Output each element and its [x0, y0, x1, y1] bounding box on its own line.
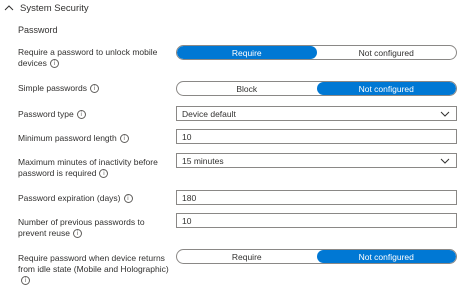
toggle-option-require[interactable]: Require [177, 46, 317, 59]
label-text: Password expiration (days) [18, 193, 121, 203]
input-value: 180 [182, 192, 197, 203]
label-min-password-length: Minimum password length i [18, 133, 174, 144]
toggle-option-block[interactable]: Block [177, 82, 317, 95]
select-max-inactivity[interactable]: 15 minutes [176, 153, 457, 168]
system-security-panel: System Security Password Require a passw… [0, 0, 474, 294]
label-text: Minimum password length [18, 133, 117, 143]
chevron-down-icon[interactable] [440, 156, 450, 166]
section-header[interactable]: System Security [0, 0, 89, 16]
select-value: Device default [182, 108, 236, 119]
input-prevent-reuse[interactable]: 10 [176, 213, 457, 228]
label-require-password-idle: Require password when device returns fro… [18, 253, 170, 286]
input-value: 10 [182, 131, 192, 142]
toggle-option-not-configured[interactable]: Not configured [316, 250, 456, 263]
label-prevent-reuse: Number of previous passwords to prevent … [18, 217, 174, 239]
label-max-inactivity: Maximum minutes of inactivity before pas… [18, 157, 174, 179]
label-simple-passwords: Simple passwords i [18, 83, 174, 94]
label-text: Maximum minutes of inactivity before pas… [18, 157, 158, 178]
select-password-type[interactable]: Device default [176, 106, 457, 121]
input-min-password-length[interactable]: 10 [176, 129, 457, 144]
chevron-up-icon[interactable] [2, 1, 16, 15]
label-require-password: Require a password to unlock mobile devi… [18, 47, 174, 69]
label-text: Require password when device returns fro… [18, 253, 169, 274]
chevron-down-icon[interactable] [440, 109, 450, 119]
info-icon[interactable]: i [72, 229, 82, 239]
info-icon[interactable]: i [49, 59, 59, 69]
toggle-simple-passwords[interactable]: Block Not configured [176, 81, 457, 96]
toggle-option-not-configured[interactable]: Not configured [316, 82, 456, 95]
info-icon[interactable]: i [123, 194, 133, 204]
info-icon[interactable]: i [21, 276, 30, 286]
label-text: Password type [18, 109, 74, 119]
toggle-option-require[interactable]: Require [177, 250, 317, 263]
input-value: 10 [182, 215, 192, 226]
label-text: Require a password to unlock mobile devi… [18, 47, 158, 68]
info-icon[interactable]: i [119, 134, 129, 144]
info-icon[interactable]: i [89, 84, 99, 94]
label-password-type: Password type i [18, 109, 174, 120]
info-icon[interactable]: i [76, 110, 86, 120]
label-text: Simple passwords [18, 83, 87, 93]
toggle-require-password-idle[interactable]: Require Not configured [176, 249, 457, 264]
select-value: 15 minutes [182, 155, 224, 166]
toggle-require-password[interactable]: Require Not configured [176, 45, 457, 60]
group-title-password: Password [18, 25, 58, 35]
input-password-expiration[interactable]: 180 [176, 190, 457, 205]
toggle-option-not-configured[interactable]: Not configured [317, 46, 457, 59]
label-password-expiration: Password expiration (days) i [18, 193, 174, 204]
info-icon[interactable]: i [99, 169, 109, 179]
section-title: System Security [20, 2, 89, 14]
